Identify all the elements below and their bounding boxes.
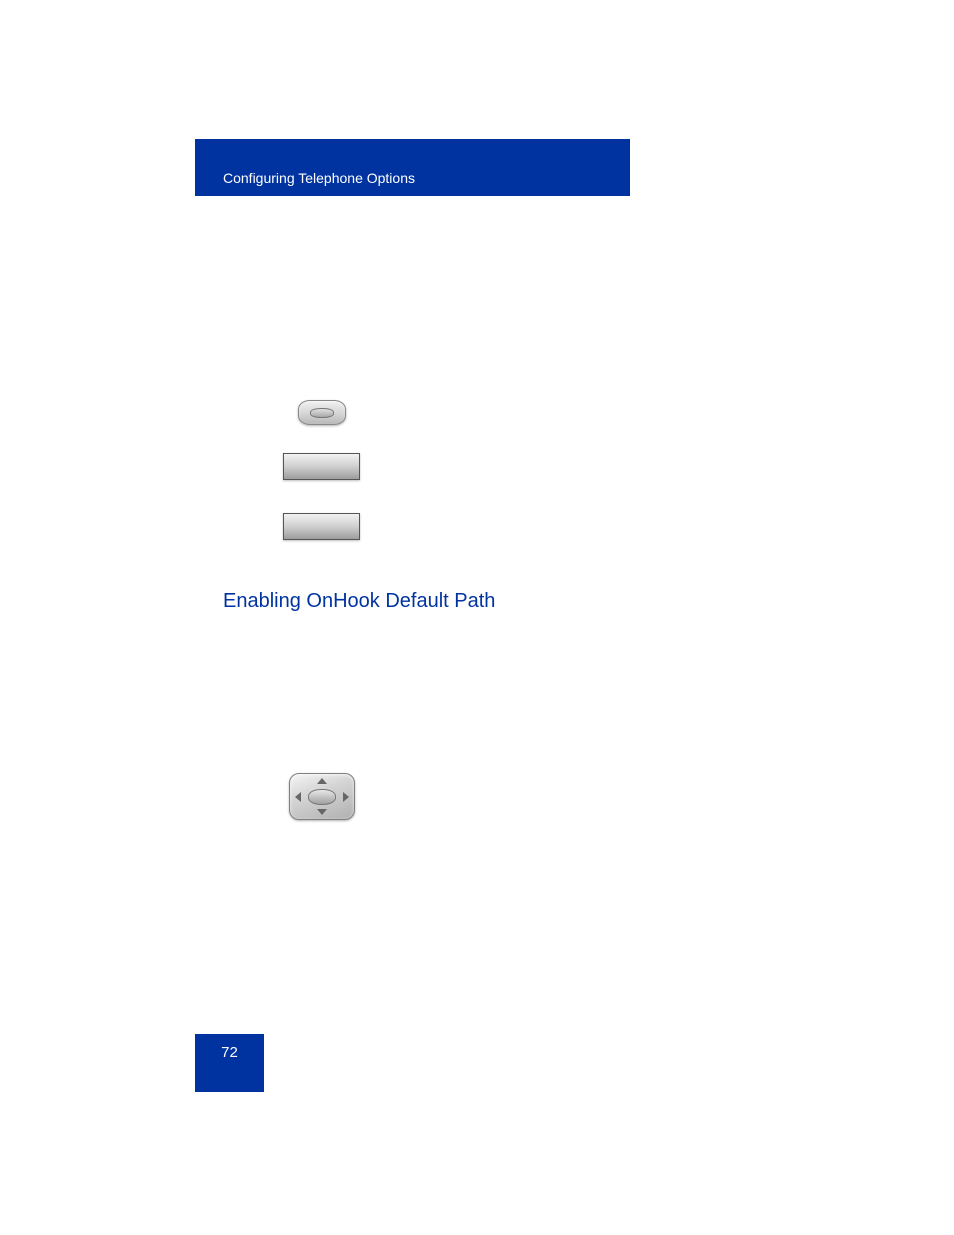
header-title: Configuring Telephone Options bbox=[223, 170, 415, 186]
page-content: Enabling OnHook Default Path bbox=[223, 210, 743, 633]
enter-key-icon bbox=[298, 400, 346, 425]
chevron-right-icon bbox=[343, 792, 349, 802]
chevron-up-icon bbox=[317, 778, 327, 784]
page-number-block: 72 bbox=[195, 1034, 264, 1092]
softkey-icon bbox=[283, 453, 360, 480]
section-heading: Enabling OnHook Default Path bbox=[223, 590, 743, 613]
navigation-cluster-icon bbox=[289, 773, 355, 820]
page-number: 72 bbox=[221, 1044, 238, 1061]
chevron-down-icon bbox=[317, 809, 327, 815]
page-header: Configuring Telephone Options bbox=[195, 139, 630, 196]
chevron-left-icon bbox=[295, 792, 301, 802]
softkey-icon bbox=[283, 513, 360, 540]
